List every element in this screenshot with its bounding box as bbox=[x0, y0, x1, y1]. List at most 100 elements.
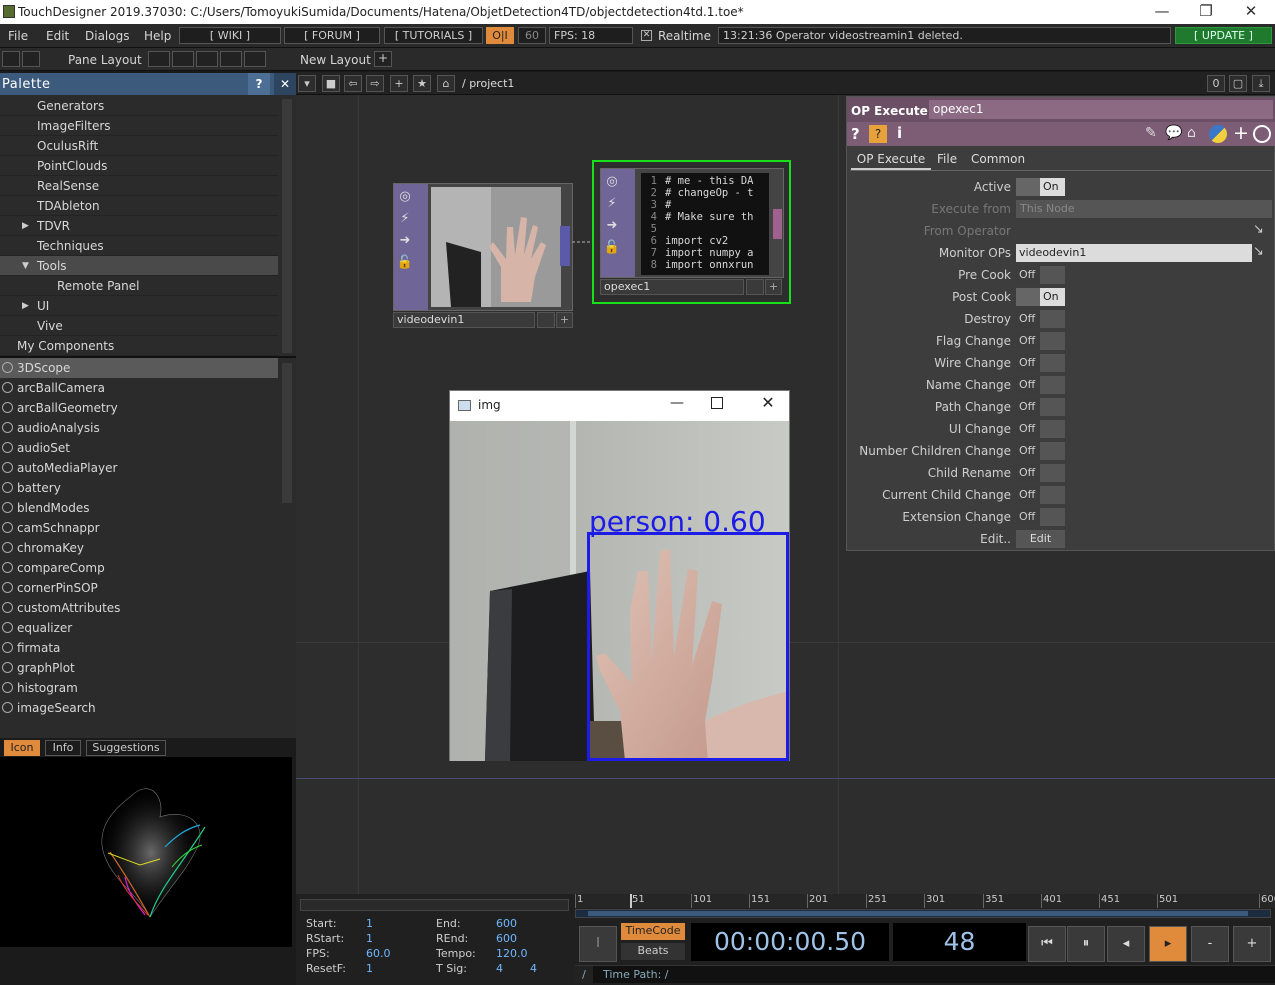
palette-list-item[interactable]: arcBallGeometry bbox=[0, 398, 278, 418]
forward-icon[interactable]: ⇨ bbox=[366, 75, 384, 92]
image-icon[interactable] bbox=[2, 51, 20, 67]
tree-item[interactable]: PointClouds bbox=[0, 156, 278, 176]
export-icon[interactable]: ➜ bbox=[603, 217, 621, 235]
oi-toggle[interactable]: O|I bbox=[486, 27, 514, 44]
toggle-flag-change[interactable]: Off bbox=[1016, 332, 1065, 350]
time-path-slash[interactable]: / bbox=[575, 966, 593, 984]
viewer-toggle-icon[interactable] bbox=[537, 312, 555, 328]
tab-info[interactable]: Info bbox=[45, 740, 81, 756]
minus-icon[interactable]: - bbox=[1191, 926, 1229, 962]
stop-icon[interactable]: ■ bbox=[322, 75, 340, 92]
panel-icon[interactable]: ▢ bbox=[1229, 75, 1247, 92]
toggle-wire-change[interactable]: Off bbox=[1016, 354, 1065, 372]
tab-suggestions[interactable]: Suggestions bbox=[86, 740, 166, 756]
help-icon[interactable]: ? bbox=[851, 125, 860, 143]
operator-picker-icon[interactable]: ↘ bbox=[1253, 222, 1264, 237]
layout-quad-icon[interactable] bbox=[244, 51, 266, 67]
collapsed-arrow-icon[interactable]: ▶ bbox=[22, 296, 29, 316]
tree-item[interactable]: TDAbleton bbox=[0, 196, 278, 216]
node-name-opexec1[interactable]: opexec1 bbox=[600, 279, 744, 295]
palette-list-item[interactable]: audioAnalysis bbox=[0, 418, 278, 438]
add-icon[interactable]: + bbox=[1233, 122, 1249, 144]
step-back-icon[interactable]: ◂ bbox=[1107, 926, 1145, 962]
export-icon[interactable]: ➜ bbox=[396, 232, 414, 250]
beats-button[interactable]: Beats bbox=[621, 943, 685, 960]
tutorials-button[interactable]: [ TUTORIALS ] bbox=[384, 27, 483, 44]
op-name-field[interactable]: opexec1 bbox=[929, 100, 1273, 119]
palette-list-item[interactable]: blendModes bbox=[0, 498, 278, 518]
collapsed-arrow-icon[interactable]: ▶ bbox=[22, 216, 29, 236]
img-close-button[interactable]: ✕ bbox=[757, 393, 779, 412]
palette-list-item[interactable]: imageSearch bbox=[0, 698, 278, 718]
edit-icon[interactable]: ✎ bbox=[1145, 125, 1157, 141]
tab-icon[interactable]: Icon bbox=[4, 740, 40, 756]
node-plus-icon[interactable]: + bbox=[556, 312, 573, 328]
rewind-icon[interactable]: ⏮ bbox=[1028, 926, 1066, 962]
layout-split-h-icon[interactable] bbox=[196, 51, 218, 67]
network-icon[interactable] bbox=[22, 51, 40, 67]
palette-list-item[interactable]: chromaKey bbox=[0, 538, 278, 558]
palette-list-item[interactable]: customAttributes bbox=[0, 598, 278, 618]
tab-op-execute[interactable]: OP Execute bbox=[851, 150, 931, 170]
target-icon[interactable] bbox=[1253, 125, 1271, 143]
palette-close-button[interactable]: ✕ bbox=[274, 73, 296, 95]
start-value[interactable]: 1 bbox=[366, 917, 373, 930]
tree-item[interactable]: OculusRift bbox=[0, 136, 278, 156]
timecode-button[interactable]: TimeCode bbox=[621, 923, 685, 940]
toggle-pre-cook[interactable]: Off bbox=[1016, 266, 1065, 284]
frame-display[interactable]: 48 bbox=[893, 923, 1026, 961]
palette-list-item[interactable]: compareComp bbox=[0, 558, 278, 578]
opexec1-node[interactable]: ◎ ⚡ ➜ 🔓 1 # me - this DA 2 # changeOp - t 3 #… bbox=[600, 168, 784, 278]
add-icon[interactable]: + bbox=[390, 75, 408, 92]
palette-list-item[interactable]: equalizer bbox=[0, 618, 278, 638]
expanded-arrow-icon[interactable]: ▼ bbox=[22, 256, 29, 276]
rend-value[interactable]: 600 bbox=[496, 932, 517, 945]
realtime-checkbox-icon[interactable]: ✕ bbox=[641, 30, 652, 41]
tree-item[interactable]: ImageFilters bbox=[0, 116, 278, 136]
tree-item[interactable]: Vive bbox=[0, 316, 278, 336]
monitor-ops-field[interactable]: videodevin1 bbox=[1016, 244, 1252, 262]
bookmark-icon[interactable]: ⌂ bbox=[1187, 125, 1196, 141]
network-path[interactable]: / project1 bbox=[462, 77, 514, 90]
node-plus-icon[interactable]: + bbox=[765, 279, 782, 295]
wiki-button[interactable]: [ WIKI ] bbox=[179, 27, 281, 44]
execute-from-menu[interactable]: This Node bbox=[1016, 200, 1272, 218]
fps-target[interactable]: 60 bbox=[518, 27, 546, 44]
palette-list-item[interactable]: arcBallCamera bbox=[0, 378, 278, 398]
toggle-active[interactable]: On bbox=[1016, 178, 1065, 196]
lock-icon[interactable]: 🔓 bbox=[396, 254, 414, 272]
viewer-toggle-icon[interactable] bbox=[746, 279, 764, 295]
forum-button[interactable]: [ FORUM ] bbox=[284, 27, 380, 44]
img-window[interactable]: img — ✕ person: 0.60 bbox=[449, 390, 790, 761]
maximize-button[interactable]: ❐ bbox=[1192, 2, 1220, 22]
minimize-button[interactable]: — bbox=[1148, 2, 1176, 22]
toggle-destroy[interactable]: Off bbox=[1016, 310, 1065, 328]
tsig-value-2[interactable]: 4 bbox=[530, 962, 537, 975]
palette-help-button[interactable]: ? bbox=[248, 73, 270, 95]
tree-item[interactable]: Remote Panel bbox=[0, 276, 278, 296]
tree-item[interactable]: Techniques bbox=[0, 236, 278, 256]
palette-list-item[interactable]: 3DScope bbox=[0, 358, 278, 378]
toggle-current-child-change[interactable]: Off bbox=[1016, 486, 1065, 504]
back-icon[interactable]: ⇦ bbox=[344, 75, 362, 92]
tempo-value[interactable]: 120.0 bbox=[496, 947, 528, 960]
toggle-number-children-change[interactable]: Off bbox=[1016, 442, 1065, 460]
plus-icon[interactable]: + bbox=[1233, 926, 1271, 962]
tree-item[interactable]: Generators bbox=[0, 96, 278, 116]
fps-value[interactable]: 60.0 bbox=[366, 947, 391, 960]
menu-file[interactable]: File bbox=[8, 29, 28, 43]
python-help-icon[interactable]: ? bbox=[869, 125, 887, 143]
dropdown-icon[interactable]: ▾ bbox=[298, 75, 316, 92]
viewer-icon[interactable]: ◎ bbox=[603, 173, 621, 191]
palette-list-item[interactable]: cornerPinSOP bbox=[0, 578, 278, 598]
tab-file[interactable]: File bbox=[935, 150, 959, 170]
timeline-ruler[interactable]: 151101151201251301351401451501600 bbox=[575, 894, 1275, 908]
img-maximize-button[interactable] bbox=[711, 397, 723, 409]
output-connector[interactable] bbox=[560, 226, 570, 266]
viewer-icon[interactable]: ◎ bbox=[396, 188, 414, 206]
menu-edit[interactable]: Edit bbox=[46, 29, 69, 43]
timecode-display[interactable]: 00:00:00.50 bbox=[691, 923, 889, 961]
update-button[interactable]: [ UPDATE ] bbox=[1175, 27, 1272, 44]
lock-icon[interactable]: 🔓 bbox=[603, 239, 621, 257]
cook-icon[interactable]: ⚡ bbox=[396, 210, 414, 228]
